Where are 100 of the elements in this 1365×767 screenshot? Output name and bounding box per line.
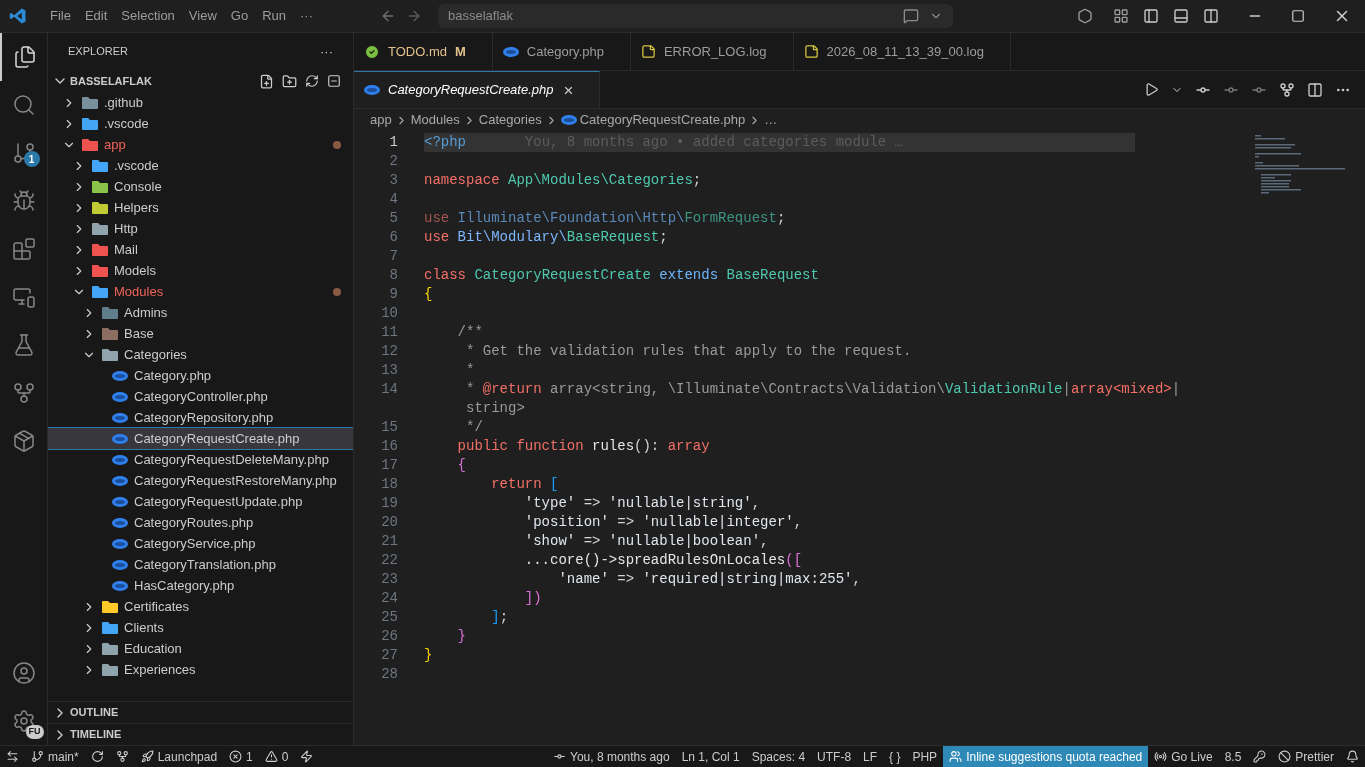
editor-tab[interactable]: Category.php: [492, 33, 631, 70]
tree-item[interactable]: Helpers: [48, 197, 353, 218]
tree-item[interactable]: CategoryController.php: [48, 386, 353, 407]
profile-badge: FU: [25, 725, 44, 739]
status-item[interactable]: Launchpad: [134, 746, 224, 767]
tree-item[interactable]: Modules: [48, 281, 353, 302]
tree-item[interactable]: Console: [48, 176, 353, 197]
maximize-icon[interactable]: [1291, 9, 1305, 23]
status-item[interactable]: You, 8 months ago: [547, 746, 676, 767]
hexagon-icon[interactable]: [1077, 8, 1093, 24]
tree-item[interactable]: Education: [48, 638, 353, 659]
tree-item[interactable]: CategoryRequestDeleteMany.php: [48, 449, 353, 470]
file-name: Certificates: [124, 597, 190, 616]
tree-item[interactable]: Categories: [48, 344, 353, 365]
panel-header[interactable]: OUTLINE: [48, 701, 353, 723]
chat-icon[interactable]: [903, 8, 919, 24]
status-item[interactable]: PHP: [906, 746, 944, 767]
status-item[interactable]: 0: [258, 746, 295, 767]
file-name: Modules: [114, 282, 164, 301]
editor-tab[interactable]: TODO.md M: [354, 33, 493, 70]
code-line: string>: [466, 399, 525, 418]
menu-item[interactable]: Selection: [114, 6, 182, 26]
toggle-sidebar-icon[interactable]: [1143, 8, 1159, 24]
collapse-all-icon[interactable]: [327, 74, 341, 88]
split-editor-icon[interactable]: [1307, 81, 1323, 98]
more-actions[interactable]: ···: [320, 41, 333, 62]
line-number: 19: [380, 494, 398, 513]
line-number: 13: [380, 361, 398, 380]
tree-item[interactable]: CategoryRoutes.php: [48, 512, 353, 533]
file-name: Category.php: [134, 366, 212, 385]
menu-item[interactable]: ···: [293, 6, 320, 26]
layout-icon[interactable]: [1113, 8, 1129, 24]
tree-item[interactable]: CategoryTranslation.php: [48, 554, 353, 575]
toggle-panel-icon[interactable]: [1173, 8, 1189, 24]
status-item[interactable]: main*: [25, 746, 85, 767]
search-field[interactable]: basselaflak: [438, 4, 953, 28]
refresh-icon[interactable]: [305, 74, 319, 88]
menu-item[interactable]: View: [181, 6, 224, 26]
php-file-icon: [112, 559, 128, 570]
tree-item[interactable]: Base: [48, 323, 353, 344]
status-item[interactable]: Inline suggestions quota reached: [943, 746, 1149, 767]
menu-item[interactable]: File: [43, 6, 78, 26]
editor-tab[interactable]: ERROR_LOG.log: [630, 33, 794, 70]
breadcrumb-item[interactable]: Categories: [478, 110, 542, 130]
line-number: 9: [388, 285, 398, 304]
editor-tab[interactable]: 2026_08_11_13_39_00.log: [793, 33, 1011, 70]
toggle-secondary-sidebar-icon[interactable]: [1203, 8, 1219, 24]
breadcrumb-item[interactable]: app: [370, 110, 392, 130]
status-item[interactable]: { }: [883, 746, 907, 767]
tree-item[interactable]: CategoryRequestRestoreMany.php: [48, 470, 353, 491]
close-tab[interactable]: ×: [563, 81, 574, 99]
tree-item[interactable]: Mail: [48, 239, 353, 260]
status-item[interactable]: Spaces: 4: [745, 746, 812, 767]
new-file-icon[interactable]: [259, 73, 274, 89]
status-item[interactable]: 8.5: [1218, 746, 1248, 767]
status-item[interactable]: Go Live: [1148, 746, 1219, 767]
status-item[interactable]: LF: [857, 746, 884, 767]
bell-icon: [1346, 750, 1359, 763]
broadcast-icon: [1154, 750, 1168, 763]
tree-item[interactable]: app: [48, 134, 353, 155]
tree-item[interactable]: Admins: [48, 302, 353, 323]
line-number: 16: [380, 437, 398, 456]
menu-item[interactable]: Edit: [77, 6, 115, 26]
breadcrumb-item[interactable]: Modules: [410, 110, 460, 130]
new-folder-icon[interactable]: [282, 73, 297, 89]
tree-item[interactable]: .vscode: [48, 155, 353, 176]
tree-item[interactable]: HasCategory.php: [48, 575, 353, 596]
tree-item[interactable]: CategoryRepository.php: [48, 407, 353, 428]
status-item[interactable]: UTF-8: [811, 746, 858, 767]
tree-item[interactable]: CategoryService.php: [48, 533, 353, 554]
tree-item[interactable]: CategoryRequestUpdate.php: [48, 491, 353, 512]
code-line: ...core()->spreadRulesOnLocales([: [523, 551, 804, 570]
tree-item[interactable]: Http: [48, 218, 353, 239]
menu-item[interactable]: Go: [223, 6, 256, 26]
back-icon[interactable]: [380, 8, 396, 24]
breadcrumb-item[interactable]: CategoryRequestCreate.php: [579, 110, 746, 130]
tree-item[interactable]: Clients: [48, 617, 353, 638]
tree-item[interactable]: .github: [48, 92, 353, 113]
workspace-header[interactable]: BASSELAFLAK: [48, 70, 353, 92]
blocked-icon: [1278, 750, 1292, 763]
editor-tab[interactable]: CategoryRequestCreate.php ×: [354, 71, 601, 108]
php-file-icon: [502, 46, 519, 57]
breadcrumb-item[interactable]: …: [764, 110, 778, 130]
activity-item[interactable]: FU: [0, 697, 48, 745]
tree-item[interactable]: Experiences: [48, 659, 353, 680]
tree-item[interactable]: Models: [48, 260, 353, 281]
tree-item[interactable]: .vscode: [48, 113, 353, 134]
file-name: CategoryRequestRestoreMany.php: [134, 471, 337, 490]
branch-icon: [31, 750, 44, 763]
menu-item[interactable]: Run: [255, 6, 293, 26]
tree-item[interactable]: CategoryRequestCreate.php: [48, 428, 353, 449]
tree-item[interactable]: Category.php: [48, 365, 353, 386]
status-item[interactable]: Prettier: [1272, 746, 1340, 767]
source-control-icon: [11, 141, 36, 165]
git-graph-icon[interactable]: [1279, 81, 1295, 98]
activity-item[interactable]: 1: [0, 129, 48, 177]
tree-item[interactable]: Certificates: [48, 596, 353, 617]
status-item[interactable]: Ln 1, Col 1: [675, 746, 746, 767]
status-item[interactable]: 1: [223, 746, 259, 767]
run-icon[interactable]: [1144, 82, 1159, 97]
